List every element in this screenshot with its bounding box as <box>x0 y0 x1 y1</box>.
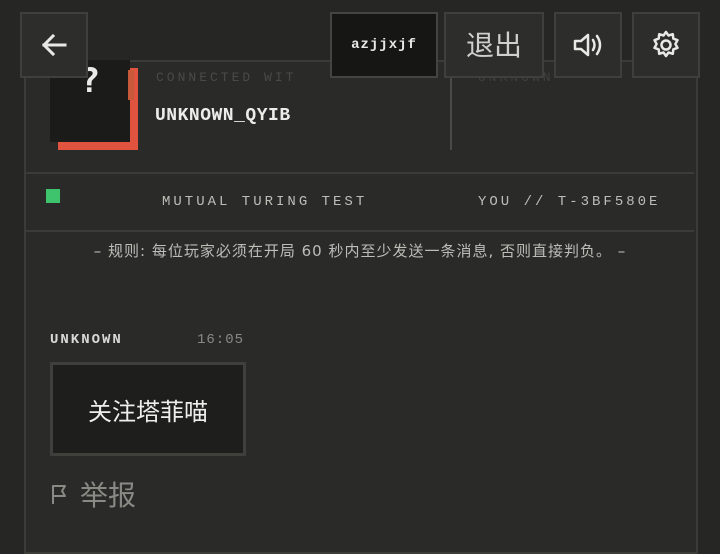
gear-icon <box>653 30 679 58</box>
speaker-icon <box>573 33 602 57</box>
message-timestamp: 16:05 <box>197 332 245 348</box>
chat-id: YOU // T-3BF580E <box>478 194 661 210</box>
sound-button[interactable] <box>554 12 622 78</box>
report-button[interactable]: 举报 <box>50 474 136 514</box>
settings-button[interactable] <box>632 12 700 78</box>
rules-notice: – 规则: 每位玩家必须在开局 60 秒内至少发送一条消息, 否则直接判负。 – <box>93 242 627 260</box>
arrow-left-icon <box>41 33 67 57</box>
message-text: 关注塔菲喵 <box>88 397 208 426</box>
exit-button[interactable]: 退出 <box>444 12 544 78</box>
report-label: 举报 <box>80 479 137 512</box>
chat-title: MUTUAL TURING TEST <box>162 194 368 210</box>
online-status-indicator <box>46 189 60 203</box>
message-sender: UNKNOWN <box>50 332 123 348</box>
message-bubble: 关注塔菲喵 <box>50 362 246 456</box>
flag-icon <box>52 485 66 504</box>
top-bar: azjjxjf 退出 <box>0 0 720 100</box>
room-code-button[interactable]: azjjxjf <box>330 12 438 78</box>
opponent-name: UNKNOWN_QYIB <box>155 106 291 126</box>
back-button[interactable] <box>20 12 88 78</box>
